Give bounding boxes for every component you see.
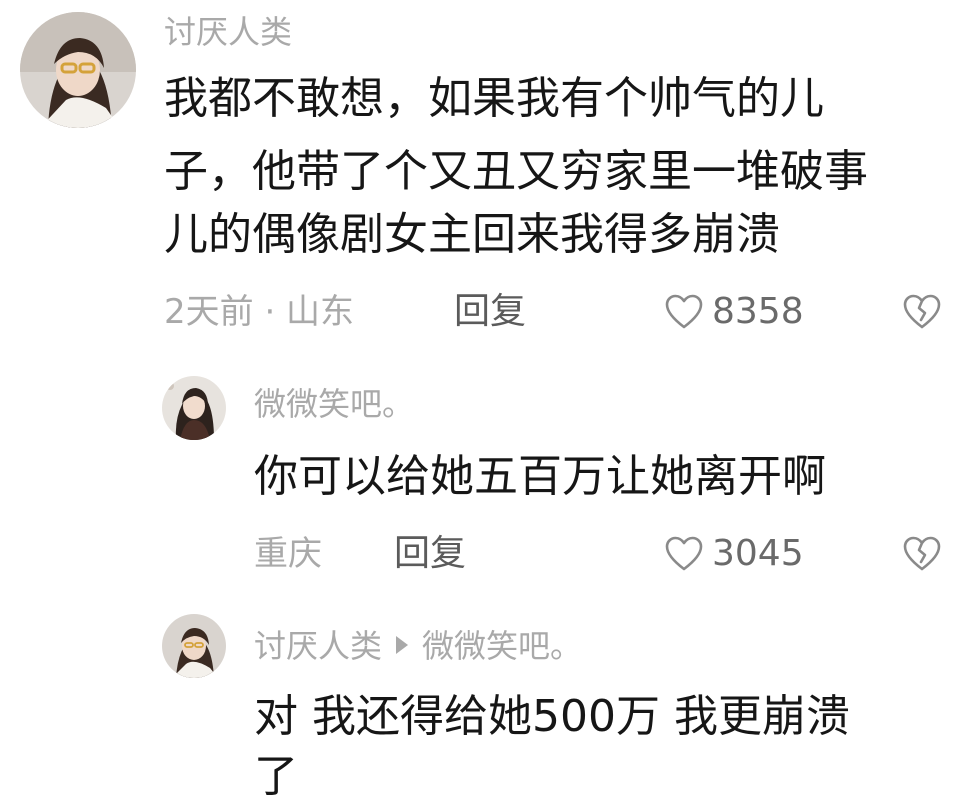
reply-author-line: 讨厌人类 微微笑吧。 <box>254 626 582 666</box>
like-count: 3045 <box>712 533 804 574</box>
comment-time-location: 2天前 · 山东 <box>164 292 355 332</box>
like-button[interactable]: 3045 <box>664 534 804 574</box>
avatar[interactable] <box>162 614 226 678</box>
comment-thread: 讨厌人类 我都不敢想，如果我有个帅气的儿 子，他带了个又丑又穷家里一堆破事 儿的… <box>0 0 964 804</box>
comment-text-line-2: 子，他带了个又丑又穷家里一堆破事 <box>164 146 868 197</box>
comment-text-line-3: 儿的偶像剧女主回来我得多崩溃 <box>164 209 780 260</box>
like-button[interactable]: 8358 <box>664 292 804 332</box>
reply-author[interactable]: 讨厌人类 <box>254 627 382 665</box>
reply-location: 重庆 <box>254 534 322 574</box>
comment-text-line-1: 我都不敢想，如果我有个帅气的儿 <box>164 73 824 124</box>
comment-author[interactable]: 讨厌人类 <box>164 12 292 52</box>
heart-outline-icon <box>664 534 704 574</box>
reply-author[interactable]: 微微笑吧。 <box>254 384 414 424</box>
reply-button[interactable]: 回复 <box>394 534 466 574</box>
avatar[interactable] <box>162 376 226 440</box>
broken-heart-icon[interactable] <box>902 292 942 332</box>
reply-text-line-1: 对 我还得给她500万 我更崩溃 <box>254 691 850 742</box>
reply-button[interactable]: 回复 <box>454 292 526 332</box>
like-count: 8358 <box>712 291 804 332</box>
reply-text: 你可以给她五百万让她离开啊 <box>254 451 826 502</box>
reply-to-arrow-icon <box>396 636 409 654</box>
avatar[interactable] <box>20 12 136 128</box>
heart-outline-icon <box>664 292 704 332</box>
reply-text-line-2: 了 <box>254 751 298 802</box>
reply-to-user[interactable]: 微微笑吧。 <box>422 627 582 665</box>
broken-heart-icon[interactable] <box>902 534 942 574</box>
